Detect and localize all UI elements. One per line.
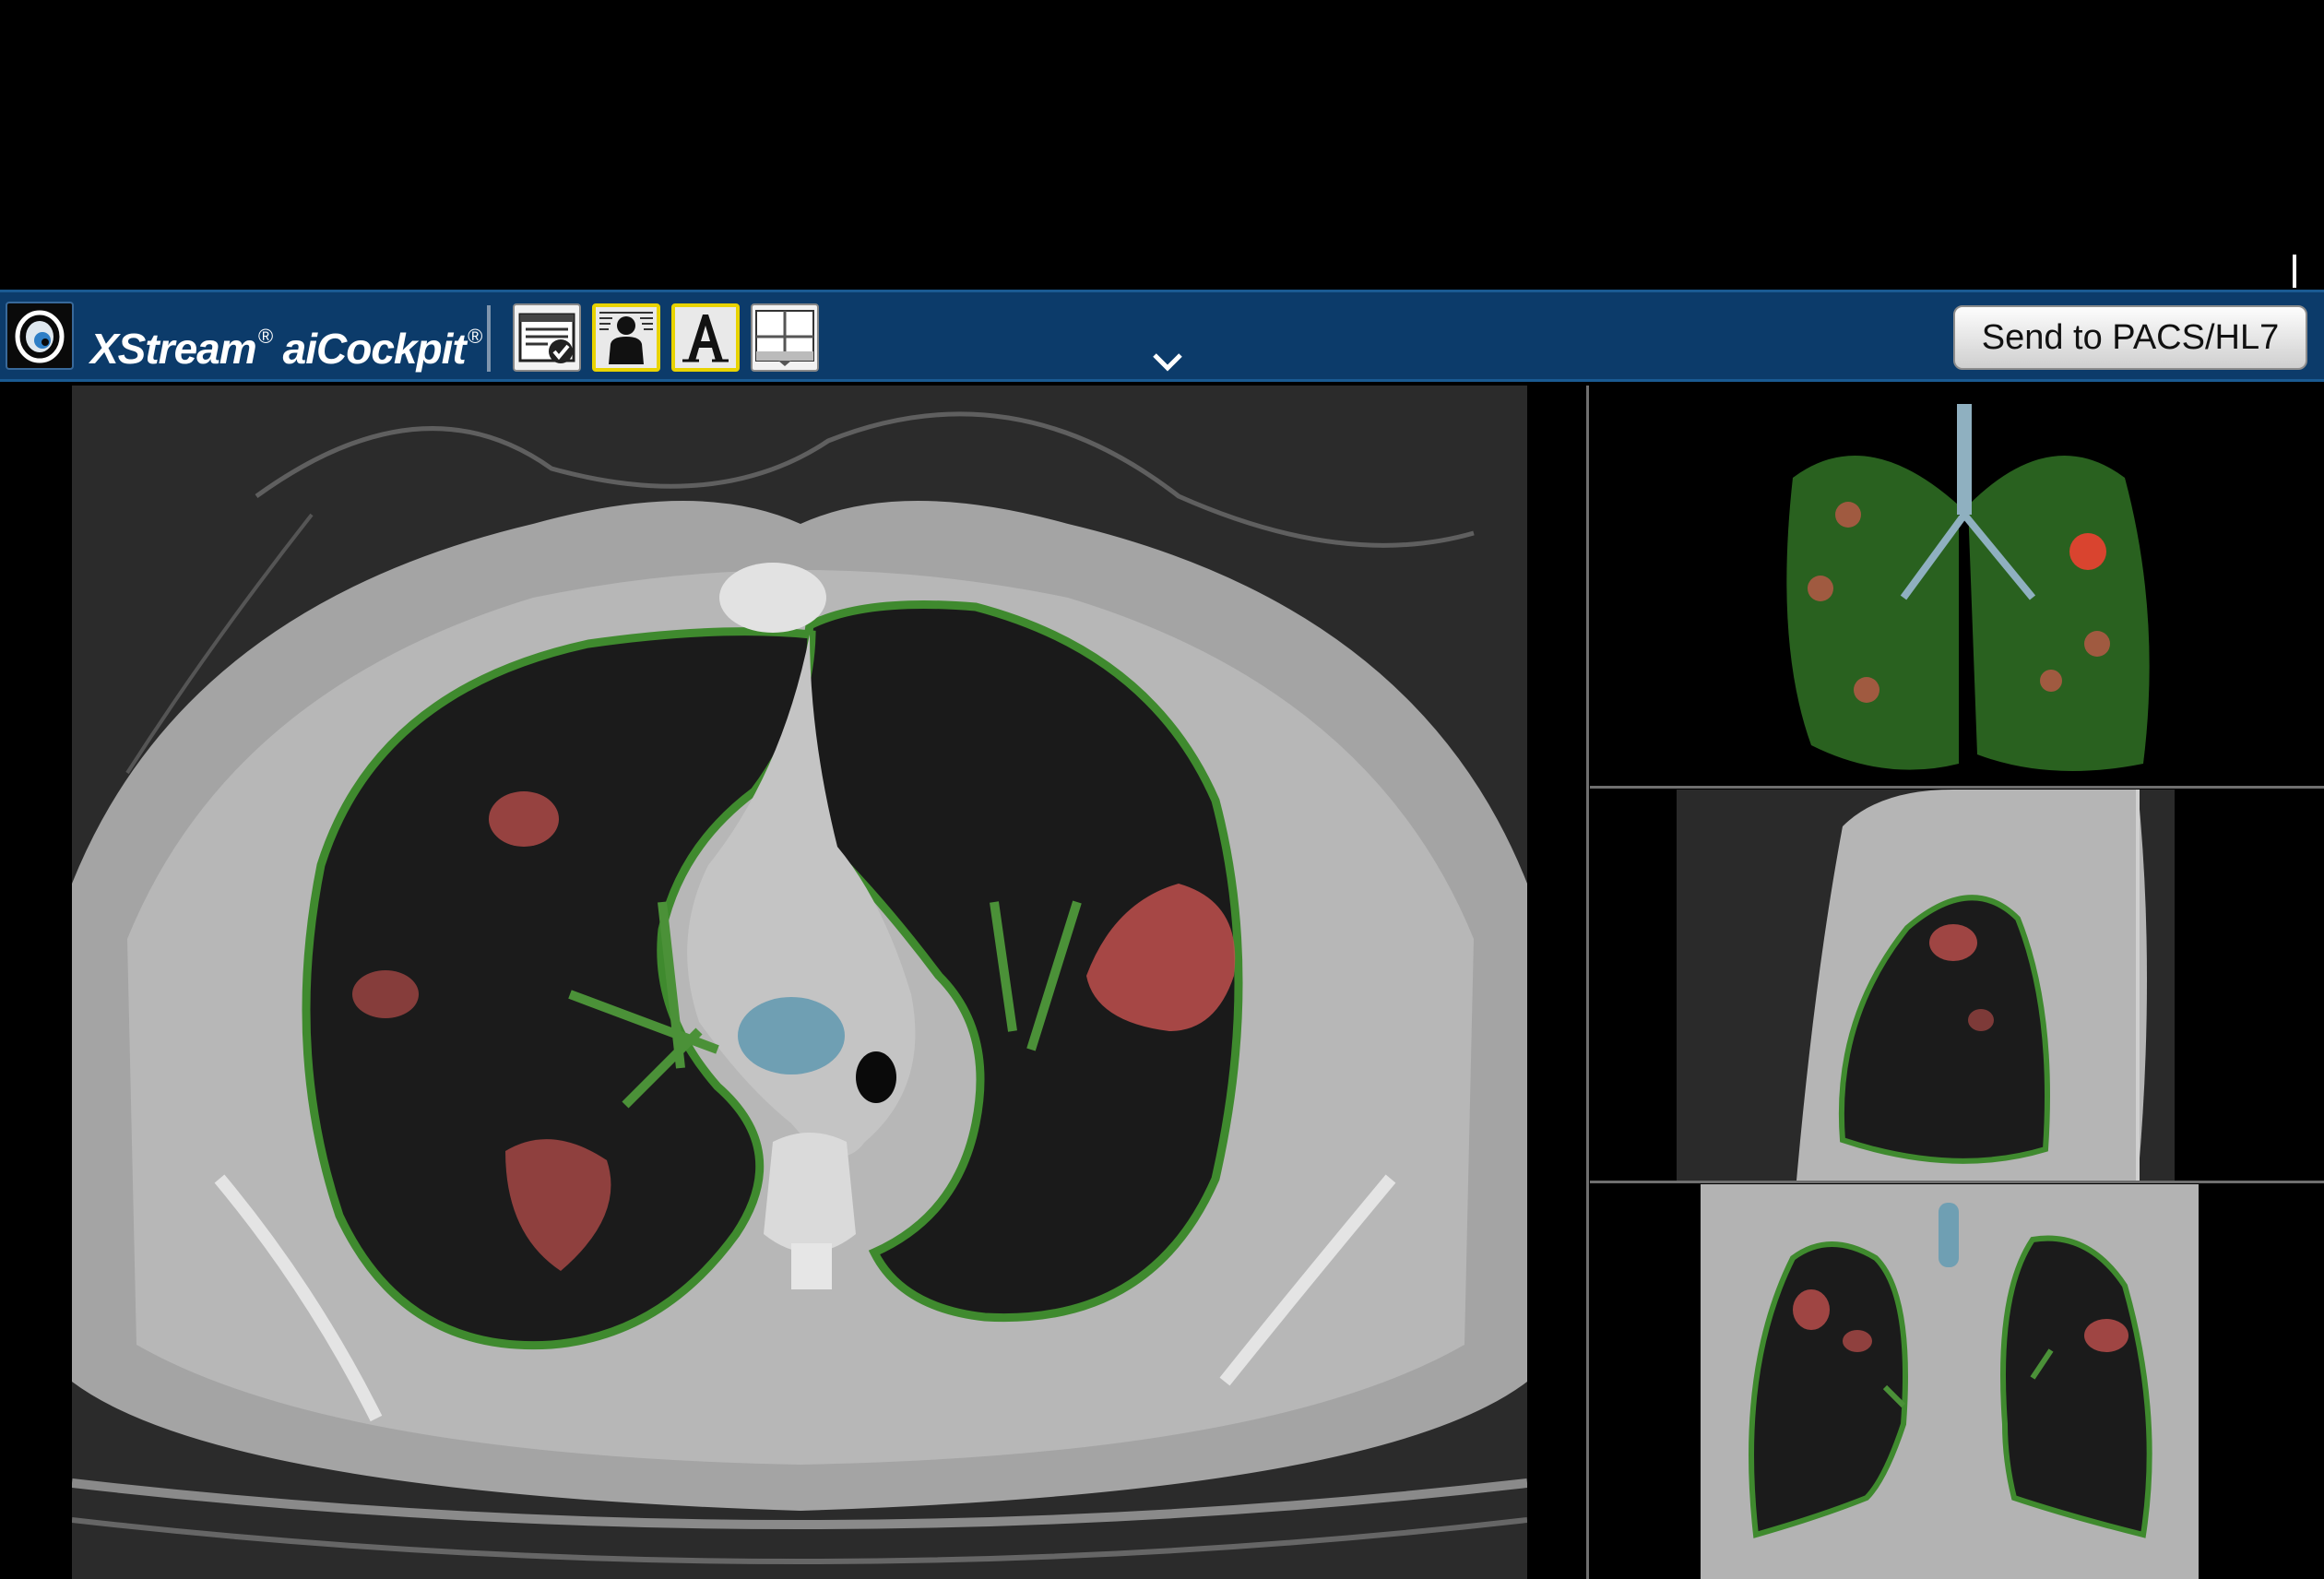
report-check-button[interactable] [513, 303, 581, 372]
app-title: XStream® aiCockpit® [90, 309, 482, 373]
viewport-divider-horizontal [1590, 1181, 2324, 1183]
axial-ct-image [72, 386, 1527, 1579]
report-check-icon [518, 313, 575, 363]
product-mark: ® [467, 325, 482, 348]
top-toolbar: XStream® aiCockpit® Send to PACS/HL7 [0, 290, 2324, 382]
text-annotation-icon [682, 315, 729, 362]
3d-lung-render [1786, 404, 2150, 771]
send-to-pacs-button[interactable]: Send to PACS/HL7 [1953, 305, 2307, 370]
patient-button[interactable] [592, 303, 660, 372]
3d-lung-viewport[interactable] [1590, 386, 2324, 786]
coronal-ct-image [1701, 1184, 2199, 1579]
coronal-ct-viewport[interactable] [1701, 1184, 2199, 1579]
product-name: aiCockpit [282, 325, 467, 373]
axial-ct-viewport[interactable] [72, 386, 1527, 1579]
patient-silhouette-icon [599, 312, 653, 364]
layout-grid-icon [755, 310, 814, 366]
sagittal-ct-viewport[interactable] [1677, 790, 2175, 1181]
chevron-down-icon[interactable] [1151, 351, 1184, 378]
cursor-marker [2293, 255, 2296, 288]
eye-logo-icon[interactable] [6, 302, 74, 370]
text-annotation-button[interactable] [671, 303, 740, 372]
viewport-divider[interactable] [1586, 386, 1589, 1579]
sagittal-ct-image [1677, 790, 2175, 1181]
brand-mark: ® [257, 325, 273, 348]
toolbar-separator [487, 305, 491, 372]
viewport-divider-horizontal [1590, 786, 2324, 789]
layout-button[interactable] [751, 303, 819, 372]
brand-name: XStream [90, 325, 257, 373]
